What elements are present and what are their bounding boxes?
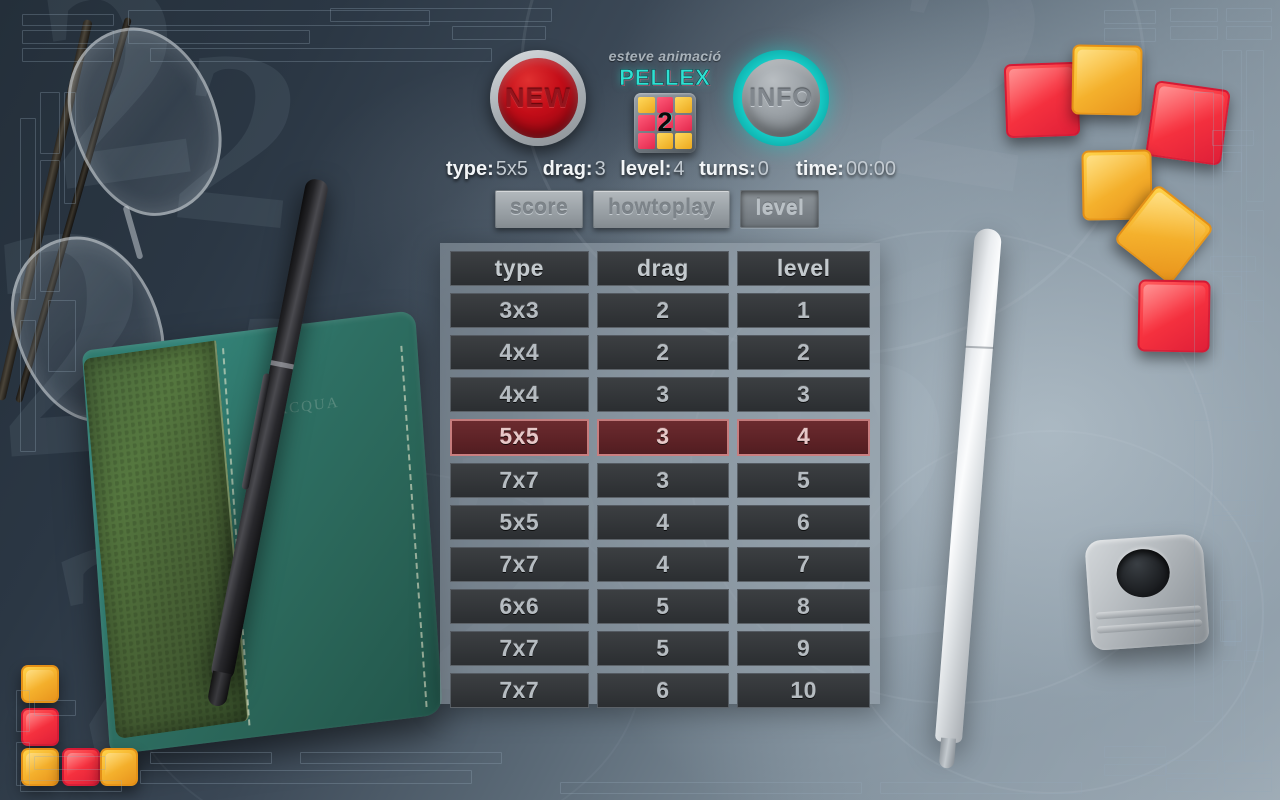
stat-label-drag: drag: [542,158,593,180]
level-cell-type[interactable]: 5x5 [450,505,589,540]
logo-tile-grid-icon: 2 [634,93,696,153]
new-game-button[interactable]: NEW [490,50,586,146]
level-cell-level[interactable]: 4 [737,419,871,456]
game-logo: esteve animació PELLEX 2 [592,48,738,153]
level-cell-level[interactable]: 1 [737,293,870,328]
stat-value-turns: 0 [757,158,769,180]
level-cell-drag[interactable]: 4 [596,505,730,540]
level-table-row[interactable]: 5x5 4 6 [450,505,870,540]
stat-value-type: 5x5 [495,158,529,180]
tab-howtoplay[interactable]: howtoplay [593,190,731,228]
level-cell-drag[interactable]: 3 [596,463,730,498]
stat-label-level: level: [620,158,672,180]
level-cell-type[interactable]: 5x5 [450,419,589,456]
game-wordmark: PELLEX [619,65,711,91]
tab-level[interactable]: level [740,190,820,228]
hud-layer: NEW esteve animació PELLEX 2 INFO type: 5… [0,0,1280,800]
logo-sequel-number: 2 [657,106,673,137]
new-game-button-label: NEW [505,82,571,113]
level-table-panel: type drag level 3x3 2 1 4x4 2 2 4x4 3 3 5x5 3 4 7x7 3… [440,243,880,708]
level-cell-level[interactable]: 10 [737,673,870,708]
level-cell-level[interactable]: 8 [737,589,870,624]
level-table-row[interactable]: 3x3 2 1 [450,293,870,328]
level-cell-type[interactable]: 6x6 [450,589,589,624]
level-cell-drag[interactable]: 4 [596,547,730,582]
info-button[interactable]: INFO [733,50,829,146]
level-cell-drag[interactable]: 2 [596,335,730,370]
level-cell-level[interactable]: 3 [737,377,870,412]
level-table-header-row: type drag level [450,251,870,286]
info-button-face: INFO [742,59,820,137]
level-table-row[interactable]: 5x5 3 4 [450,419,871,456]
new-game-button-face: NEW [498,58,578,138]
level-cell-level[interactable]: 7 [737,547,870,582]
level-cell-type[interactable]: 7x7 [450,463,589,498]
level-cell-level[interactable]: 6 [737,505,870,540]
level-cell-type[interactable]: 4x4 [450,335,589,370]
level-cell-type[interactable]: 7x7 [450,673,589,708]
info-button-label: INFO [749,83,813,112]
tab-score[interactable]: score [495,190,584,228]
level-table-row[interactable]: 7x7 4 7 [450,547,870,582]
level-cell-level[interactable]: 9 [737,631,870,666]
level-table-row[interactable]: 4x4 2 2 [450,335,870,370]
level-cell-level[interactable]: 2 [737,335,870,370]
studio-name: esteve animació [608,48,722,64]
level-cell-drag[interactable]: 5 [596,631,730,666]
stat-label-time: time: [796,158,844,180]
level-cell-drag[interactable]: 6 [596,673,730,708]
stat-value-drag: 3 [594,158,606,180]
stat-value-level: 4 [673,158,685,180]
level-cell-drag[interactable]: 3 [596,419,730,456]
level-cell-type[interactable]: 7x7 [450,631,589,666]
tab-bar: score howtoplay level [495,190,820,228]
level-table-row[interactable]: 4x4 3 3 [450,377,870,412]
level-table-row[interactable]: 6x6 5 8 [450,589,870,624]
game-stage: 2 2 2 2 2 2 2 2 ACQUA [0,0,1280,800]
level-table-row[interactable]: 7x7 5 9 [450,631,870,666]
level-table-body: 3x3 2 1 4x4 2 2 4x4 3 3 5x5 3 4 7x7 3 5 5x5 4 6 7x7 4 7 6x6 5 8… [450,293,871,708]
status-bar: type: 5x5 drag: 3 level: 4 turns: 0 time: 00:00 [446,158,896,184]
column-header-drag: drag [596,251,730,286]
level-cell-drag[interactable]: 3 [596,377,730,412]
level-cell-drag[interactable]: 5 [596,589,730,624]
column-header-level: level [737,251,870,286]
level-table-row[interactable]: 7x7 6 10 [450,673,870,708]
level-cell-type[interactable]: 4x4 [450,377,589,412]
level-table-row[interactable]: 7x7 3 5 [450,463,870,498]
column-header-type: type [450,251,589,286]
stat-label-turns: turns: [699,158,756,180]
level-cell-type[interactable]: 7x7 [450,547,589,582]
level-cell-level[interactable]: 5 [737,463,870,498]
level-cell-type[interactable]: 3x3 [450,293,589,328]
stat-value-time: 00:00 [845,158,897,180]
level-cell-drag[interactable]: 2 [596,293,730,328]
stat-label-type: type: [446,158,494,180]
